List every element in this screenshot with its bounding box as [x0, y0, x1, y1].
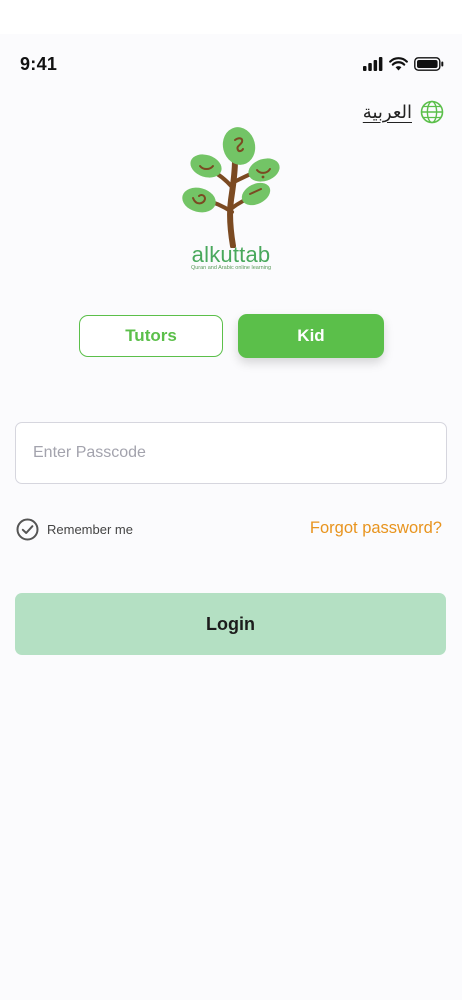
globe-icon — [420, 100, 444, 124]
signal-icon — [363, 57, 383, 71]
language-label: العربية — [362, 101, 412, 123]
logo-tagline: Quran and Arabic online learning — [190, 265, 272, 271]
login-button[interactable]: Login — [15, 593, 446, 655]
check-circle-icon — [16, 518, 39, 541]
login-screen: 9:41 العربية alkuttab Quran and Arabic o… — [0, 34, 462, 1000]
forgot-password-link[interactable]: Forgot password? — [310, 519, 442, 538]
battery-icon — [414, 57, 444, 71]
status-icons — [363, 56, 444, 72]
alkuttab-logo: alkuttab Quran and Arabic online learnin… — [176, 124, 286, 284]
status-bar: 9:41 — [0, 34, 462, 94]
language-switch[interactable]: العربية — [363, 100, 444, 124]
passcode-input[interactable] — [15, 422, 447, 484]
remember-me-checkbox[interactable]: Remember me — [16, 518, 133, 541]
tree-logo-icon — [182, 127, 280, 249]
tutors-toggle-button[interactable]: Tutors — [79, 315, 223, 357]
kid-toggle-button[interactable]: Kid — [238, 314, 384, 358]
status-time: 9:41 — [20, 54, 58, 74]
wifi-icon — [389, 57, 408, 71]
remember-me-label: Remember me — [47, 522, 133, 537]
